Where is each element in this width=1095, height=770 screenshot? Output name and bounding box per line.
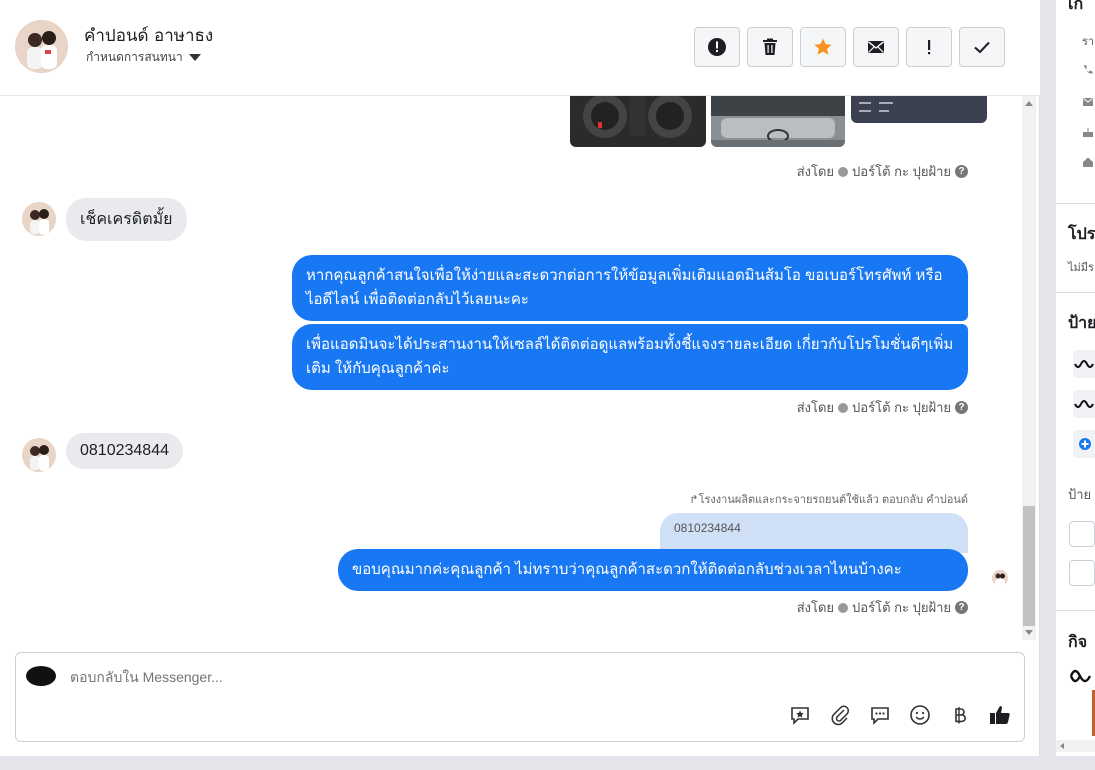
mail-icon [1083, 98, 1093, 106]
reply-composer [15, 652, 1025, 742]
section-heading: กิจ [1068, 634, 1088, 651]
sender-name[interactable]: ปอร์โต้ กะ ปุยฝ้าย [852, 161, 951, 182]
composer-tools [788, 703, 1012, 727]
check-icon [974, 41, 990, 54]
meta-logo-icon [1069, 669, 1092, 683]
label-checkbox[interactable] [1069, 560, 1095, 586]
page-logo-icon [26, 666, 56, 686]
schedule-label: กำหนดการสนทนา [86, 50, 183, 64]
divider [1056, 292, 1095, 293]
contact-avatar-small[interactable] [22, 202, 56, 236]
incoming-message[interactable]: 0810234844 [66, 433, 183, 469]
saved-reply-icon[interactable] [788, 703, 812, 727]
sent-by-label: ส่งโดย [796, 400, 835, 415]
envelope-icon [868, 41, 884, 53]
attachment-image-document[interactable] [851, 96, 987, 123]
bottom-strip [0, 756, 1095, 770]
emoji-icon[interactable] [908, 703, 932, 727]
contact-avatar[interactable] [15, 20, 68, 73]
quoted-message[interactable]: 0810234844 [660, 513, 968, 553]
sent-by-label: ส่งโดย [796, 600, 835, 615]
help-icon[interactable]: ? [955, 165, 968, 178]
sender-status-icon [838, 166, 849, 177]
payment-baht-icon[interactable] [948, 703, 972, 727]
contact-name: คำปอนด์ อาษาธง [84, 26, 214, 46]
like-icon[interactable] [988, 703, 1012, 727]
alert-circle-icon [708, 38, 726, 56]
add-tag-button[interactable] [1073, 430, 1095, 458]
sent-by-label: ส่งโดย [796, 164, 835, 179]
section-heading: โปร [1068, 226, 1095, 243]
attachment-image-dashboard[interactable] [570, 96, 706, 147]
conversation-header: คำปอนด์ อาษาธง กำหนดการสนทนา [0, 0, 1040, 96]
reply-note-text: โรงงานผลิตและกระจายรถยนต์ใช้แล้ว ตอบกลับ… [698, 494, 968, 506]
outgoing-message[interactable]: ขอบคุณมากค่ะคุณลูกค้า ไม่ทราบว่าคุณลูกค้… [338, 549, 968, 591]
section-subtext: ป้าย [1068, 487, 1092, 502]
reply-input[interactable] [70, 669, 970, 685]
attachment-image-engine[interactable] [711, 96, 845, 147]
sender-status-icon [838, 602, 849, 613]
mark-unread-button[interactable] [853, 27, 899, 67]
scroll-left-arrow-icon[interactable] [1060, 743, 1064, 749]
delete-button[interactable] [747, 27, 793, 67]
report-button[interactable] [694, 27, 740, 67]
divider [1056, 203, 1095, 204]
mark-done-button[interactable] [959, 27, 1005, 67]
contact-details-panel: เกี่ รา โปร ไม่มีร ป้าย ป้าย กิจ [1056, 0, 1095, 756]
exclamation-icon [928, 40, 931, 55]
seen-avatar [992, 570, 1008, 586]
phone-icon [1084, 65, 1093, 74]
star-button[interactable] [800, 27, 846, 67]
scroll-down-arrow-icon[interactable] [1025, 630, 1033, 635]
trash-icon [763, 38, 777, 55]
scrollbar-thumb[interactable] [1023, 506, 1035, 626]
details-row-label: รา [1082, 36, 1095, 48]
contact-avatar-small[interactable] [22, 438, 56, 472]
divider [1056, 610, 1095, 611]
cake-icon [1083, 128, 1093, 137]
outgoing-message[interactable]: เพื่อแอดมินจะได้ประสานงานให้เซลล์ได้ติดต… [292, 324, 968, 390]
conversation-panel: คำปอนด์ อาษาธง กำหนดการสนทนา ส่งโดย ปอร์… [0, 0, 1040, 756]
conversation-toolbar [694, 27, 1005, 67]
outgoing-message[interactable]: หากคุณลูกค้าสนใจเพื่อให้ง่ายและสะดวกต่อก… [292, 255, 968, 321]
mark-important-button[interactable] [906, 27, 952, 67]
message-thread: ส่งโดย ปอร์โต้ กะ ปุยฝ้าย ? เช็คเครดิตมั… [0, 96, 1020, 641]
label-checkbox[interactable] [1069, 521, 1095, 547]
message-meta: ส่งโดย ปอร์โต้ กะ ปุยฝ้าย ? [797, 161, 968, 182]
tag-chip[interactable] [1073, 350, 1095, 378]
sender-status-icon [838, 402, 849, 413]
reply-arrow-icon: ↱ [689, 494, 699, 506]
details-heading: เกี่ [1068, 0, 1084, 13]
sender-name[interactable]: ปอร์โต้ กะ ปุยฝ้าย [852, 397, 951, 418]
scroll-up-arrow-icon[interactable] [1025, 101, 1033, 106]
home-icon [1083, 157, 1093, 167]
message-meta: ส่งโดย ปอร์โต้ กะ ปุยฝ้าย ? [797, 597, 968, 618]
attach-icon[interactable] [828, 703, 852, 727]
help-icon[interactable]: ? [955, 601, 968, 614]
reply-indicator: ↱โรงงานผลิตและกระจายรถยนต์ใช้แล้ว ตอบกลั… [689, 490, 968, 508]
caret-down-icon [188, 54, 201, 61]
star-icon [814, 38, 832, 55]
thread-scrollbar[interactable] [1022, 96, 1036, 640]
panel-horizontal-scrollbar[interactable] [1056, 740, 1095, 752]
chat-bubble-icon[interactable] [868, 703, 892, 727]
section-heading: ป้าย [1068, 315, 1095, 332]
message-meta: ส่งโดย ปอร์โต้ กะ ปุยฝ้าย ? [797, 397, 968, 418]
tag-chip[interactable] [1073, 390, 1095, 418]
help-icon[interactable]: ? [955, 401, 968, 414]
conversation-schedule-dropdown[interactable]: กำหนดการสนทนา [86, 48, 201, 67]
section-subtext: ไม่มีร [1068, 262, 1094, 274]
sender-name[interactable]: ปอร์โต้ กะ ปุยฝ้าย [852, 597, 951, 618]
incoming-message[interactable]: เช็คเครดิตมั้ย [66, 198, 187, 241]
